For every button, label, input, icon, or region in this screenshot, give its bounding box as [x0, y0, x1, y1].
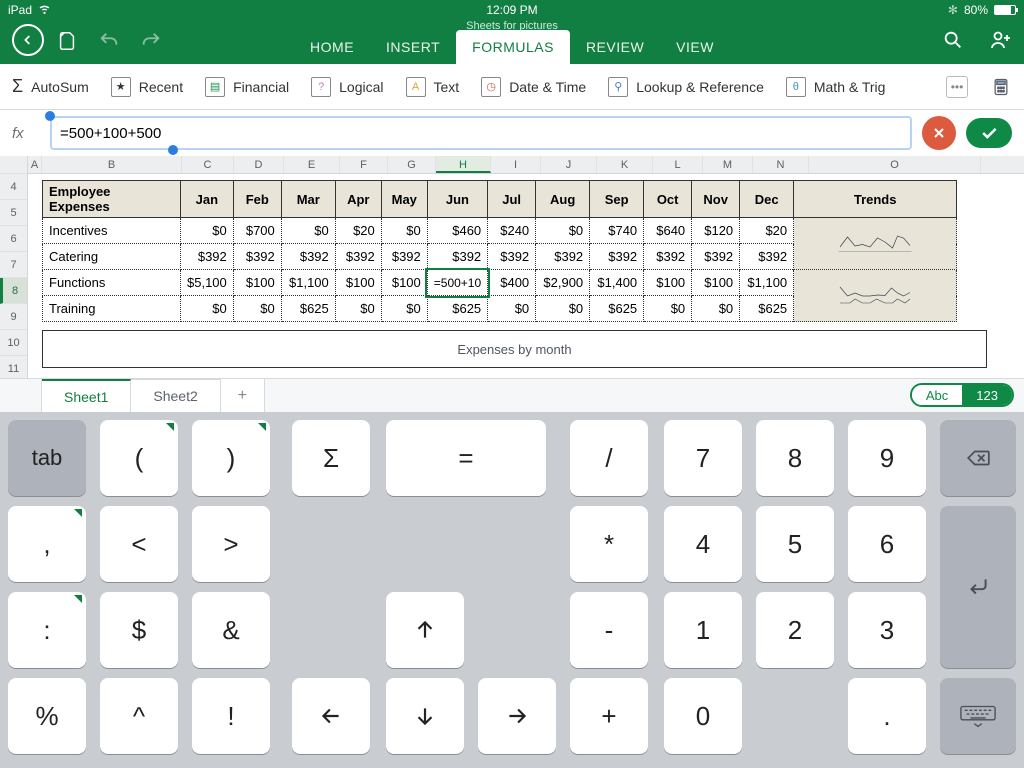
trends-header: Trends — [794, 181, 957, 218]
formulas-ribbon: ΣAutoSum ★Recent ▤Financial ?Logical ATe… — [0, 64, 1024, 110]
key-tab[interactable]: tab — [8, 420, 86, 496]
key-dismiss-keyboard[interactable] — [940, 678, 1016, 754]
sparkline-cell — [794, 270, 957, 322]
battery-icon — [994, 5, 1016, 15]
tab-insert[interactable]: INSERT — [370, 30, 456, 64]
key-arrow-up[interactable] — [386, 592, 464, 668]
formula-bar: fx — [0, 110, 1024, 156]
key-colon[interactable]: : — [8, 592, 86, 668]
file-icon[interactable] — [56, 30, 78, 57]
key-gt[interactable]: > — [192, 506, 270, 582]
key-arrow-down[interactable] — [386, 678, 464, 754]
key-8[interactable]: 8 — [756, 420, 834, 496]
key-dollar[interactable]: $ — [100, 592, 178, 668]
clock-icon: ◷ — [481, 77, 501, 97]
tab-review[interactable]: REVIEW — [570, 30, 660, 64]
selection-handle[interactable] — [168, 145, 178, 155]
fx-label: fx — [12, 125, 40, 142]
key-dot[interactable]: . — [848, 678, 926, 754]
key-2[interactable]: 2 — [756, 592, 834, 668]
search-icon[interactable] — [942, 29, 964, 56]
undo-icon[interactable] — [98, 30, 120, 57]
key-minus[interactable]: - — [570, 592, 648, 668]
key-percent[interactable]: % — [8, 678, 86, 754]
key-9[interactable]: 9 — [848, 420, 926, 496]
calculator-icon[interactable] — [990, 76, 1012, 98]
key-plus[interactable]: + — [570, 678, 648, 754]
cancel-button[interactable] — [922, 116, 956, 150]
key-7[interactable]: 7 — [664, 420, 742, 496]
logical-button[interactable]: ?Logical — [311, 77, 383, 97]
app-header: Sheets for pictures HOME INSERT FORMULAS… — [0, 20, 1024, 64]
table-title: Employee Expenses — [43, 181, 181, 218]
key-arrow-left[interactable] — [292, 678, 370, 754]
key-bang[interactable]: ! — [192, 678, 270, 754]
key-0[interactable]: 0 — [664, 678, 742, 754]
back-button[interactable] — [12, 24, 44, 56]
key-rparen[interactable]: ) — [192, 420, 270, 496]
key-star[interactable]: * — [570, 506, 648, 582]
tab-home[interactable]: HOME — [294, 30, 370, 64]
key-5[interactable]: 5 — [756, 506, 834, 582]
text-icon: A — [406, 77, 426, 97]
key-3[interactable]: 3 — [848, 592, 926, 668]
star-icon: ★ — [111, 77, 131, 97]
more-button[interactable]: ••• — [946, 76, 968, 98]
key-lt[interactable]: < — [100, 506, 178, 582]
tab-formulas[interactable]: FORMULAS — [456, 30, 570, 64]
keyboard-mode-toggle[interactable]: Abc 123 — [910, 383, 1014, 407]
sparkline-cell — [794, 218, 957, 270]
active-cell[interactable]: =500+10 — [427, 270, 487, 296]
autosum-button[interactable]: ΣAutoSum — [12, 76, 89, 97]
text-button[interactable]: AText — [406, 77, 460, 97]
row-headers: 4567 89101112 — [0, 156, 28, 378]
clock: 12:09 PM — [0, 3, 1024, 17]
redo-icon[interactable] — [140, 30, 162, 57]
key-caret[interactable]: ^ — [100, 678, 178, 754]
confirm-button[interactable] — [966, 118, 1012, 148]
chart-title-box: Expenses by month — [42, 330, 987, 368]
spreadsheet[interactable]: 4567 89101112 A B C D E F G H I J K L M … — [0, 156, 1024, 378]
financial-icon: ▤ — [205, 77, 225, 97]
key-4[interactable]: 4 — [664, 506, 742, 582]
key-backspace[interactable] — [940, 420, 1016, 496]
key-lparen[interactable]: ( — [100, 420, 178, 496]
datetime-button[interactable]: ◷Date & Time — [481, 77, 586, 97]
data-table[interactable]: Employee Expenses JanFebMarAprMayJunJulA… — [42, 180, 957, 322]
bluetooth-icon: ✻ — [948, 3, 958, 17]
key-sigma[interactable]: Σ — [292, 420, 370, 496]
lookup-icon: ⚲ — [608, 77, 628, 97]
key-amp[interactable]: & — [192, 592, 270, 668]
recent-button[interactable]: ★Recent — [111, 77, 183, 97]
add-sheet-button[interactable]: + — [221, 379, 265, 412]
key-arrow-right[interactable] — [478, 678, 556, 754]
selection-handle[interactable] — [45, 111, 55, 121]
tab-view[interactable]: VIEW — [660, 30, 730, 64]
table-row: Functions $5,100$100$1,100$100$100=500+1… — [43, 270, 957, 296]
key-1[interactable]: 1 — [664, 592, 742, 668]
key-comma[interactable]: , — [8, 506, 86, 582]
sheet-tab-bar: Sheet1 Sheet2 + Abc 123 — [0, 378, 1024, 412]
lookup-button[interactable]: ⚲Lookup & Reference — [608, 77, 764, 97]
sheet-tab-2[interactable]: Sheet2 — [131, 379, 220, 412]
key-6[interactable]: 6 — [848, 506, 926, 582]
math-button[interactable]: θMath & Trig — [786, 77, 886, 97]
share-icon[interactable] — [988, 28, 1012, 57]
key-return[interactable] — [940, 506, 1016, 668]
key-slash[interactable]: / — [570, 420, 648, 496]
status-bar: iPad 12:09 PM ✻ 80% — [0, 0, 1024, 20]
formula-input[interactable] — [50, 116, 912, 150]
numeric-keyboard: tab ( ) Σ = / 7 8 9 , < > * 4 5 6 : $ & … — [0, 412, 1024, 768]
question-icon: ? — [311, 77, 331, 97]
table-row: Incentives $0$700$0$20$0$460$240$0$740$6… — [43, 218, 957, 244]
theta-icon: θ — [786, 77, 806, 97]
sheet-tab-1[interactable]: Sheet1 — [42, 379, 131, 412]
key-equals[interactable]: = — [386, 420, 546, 496]
column-headers: A B C D E F G H I J K L M N O — [28, 156, 1024, 174]
financial-button[interactable]: ▤Financial — [205, 77, 289, 97]
